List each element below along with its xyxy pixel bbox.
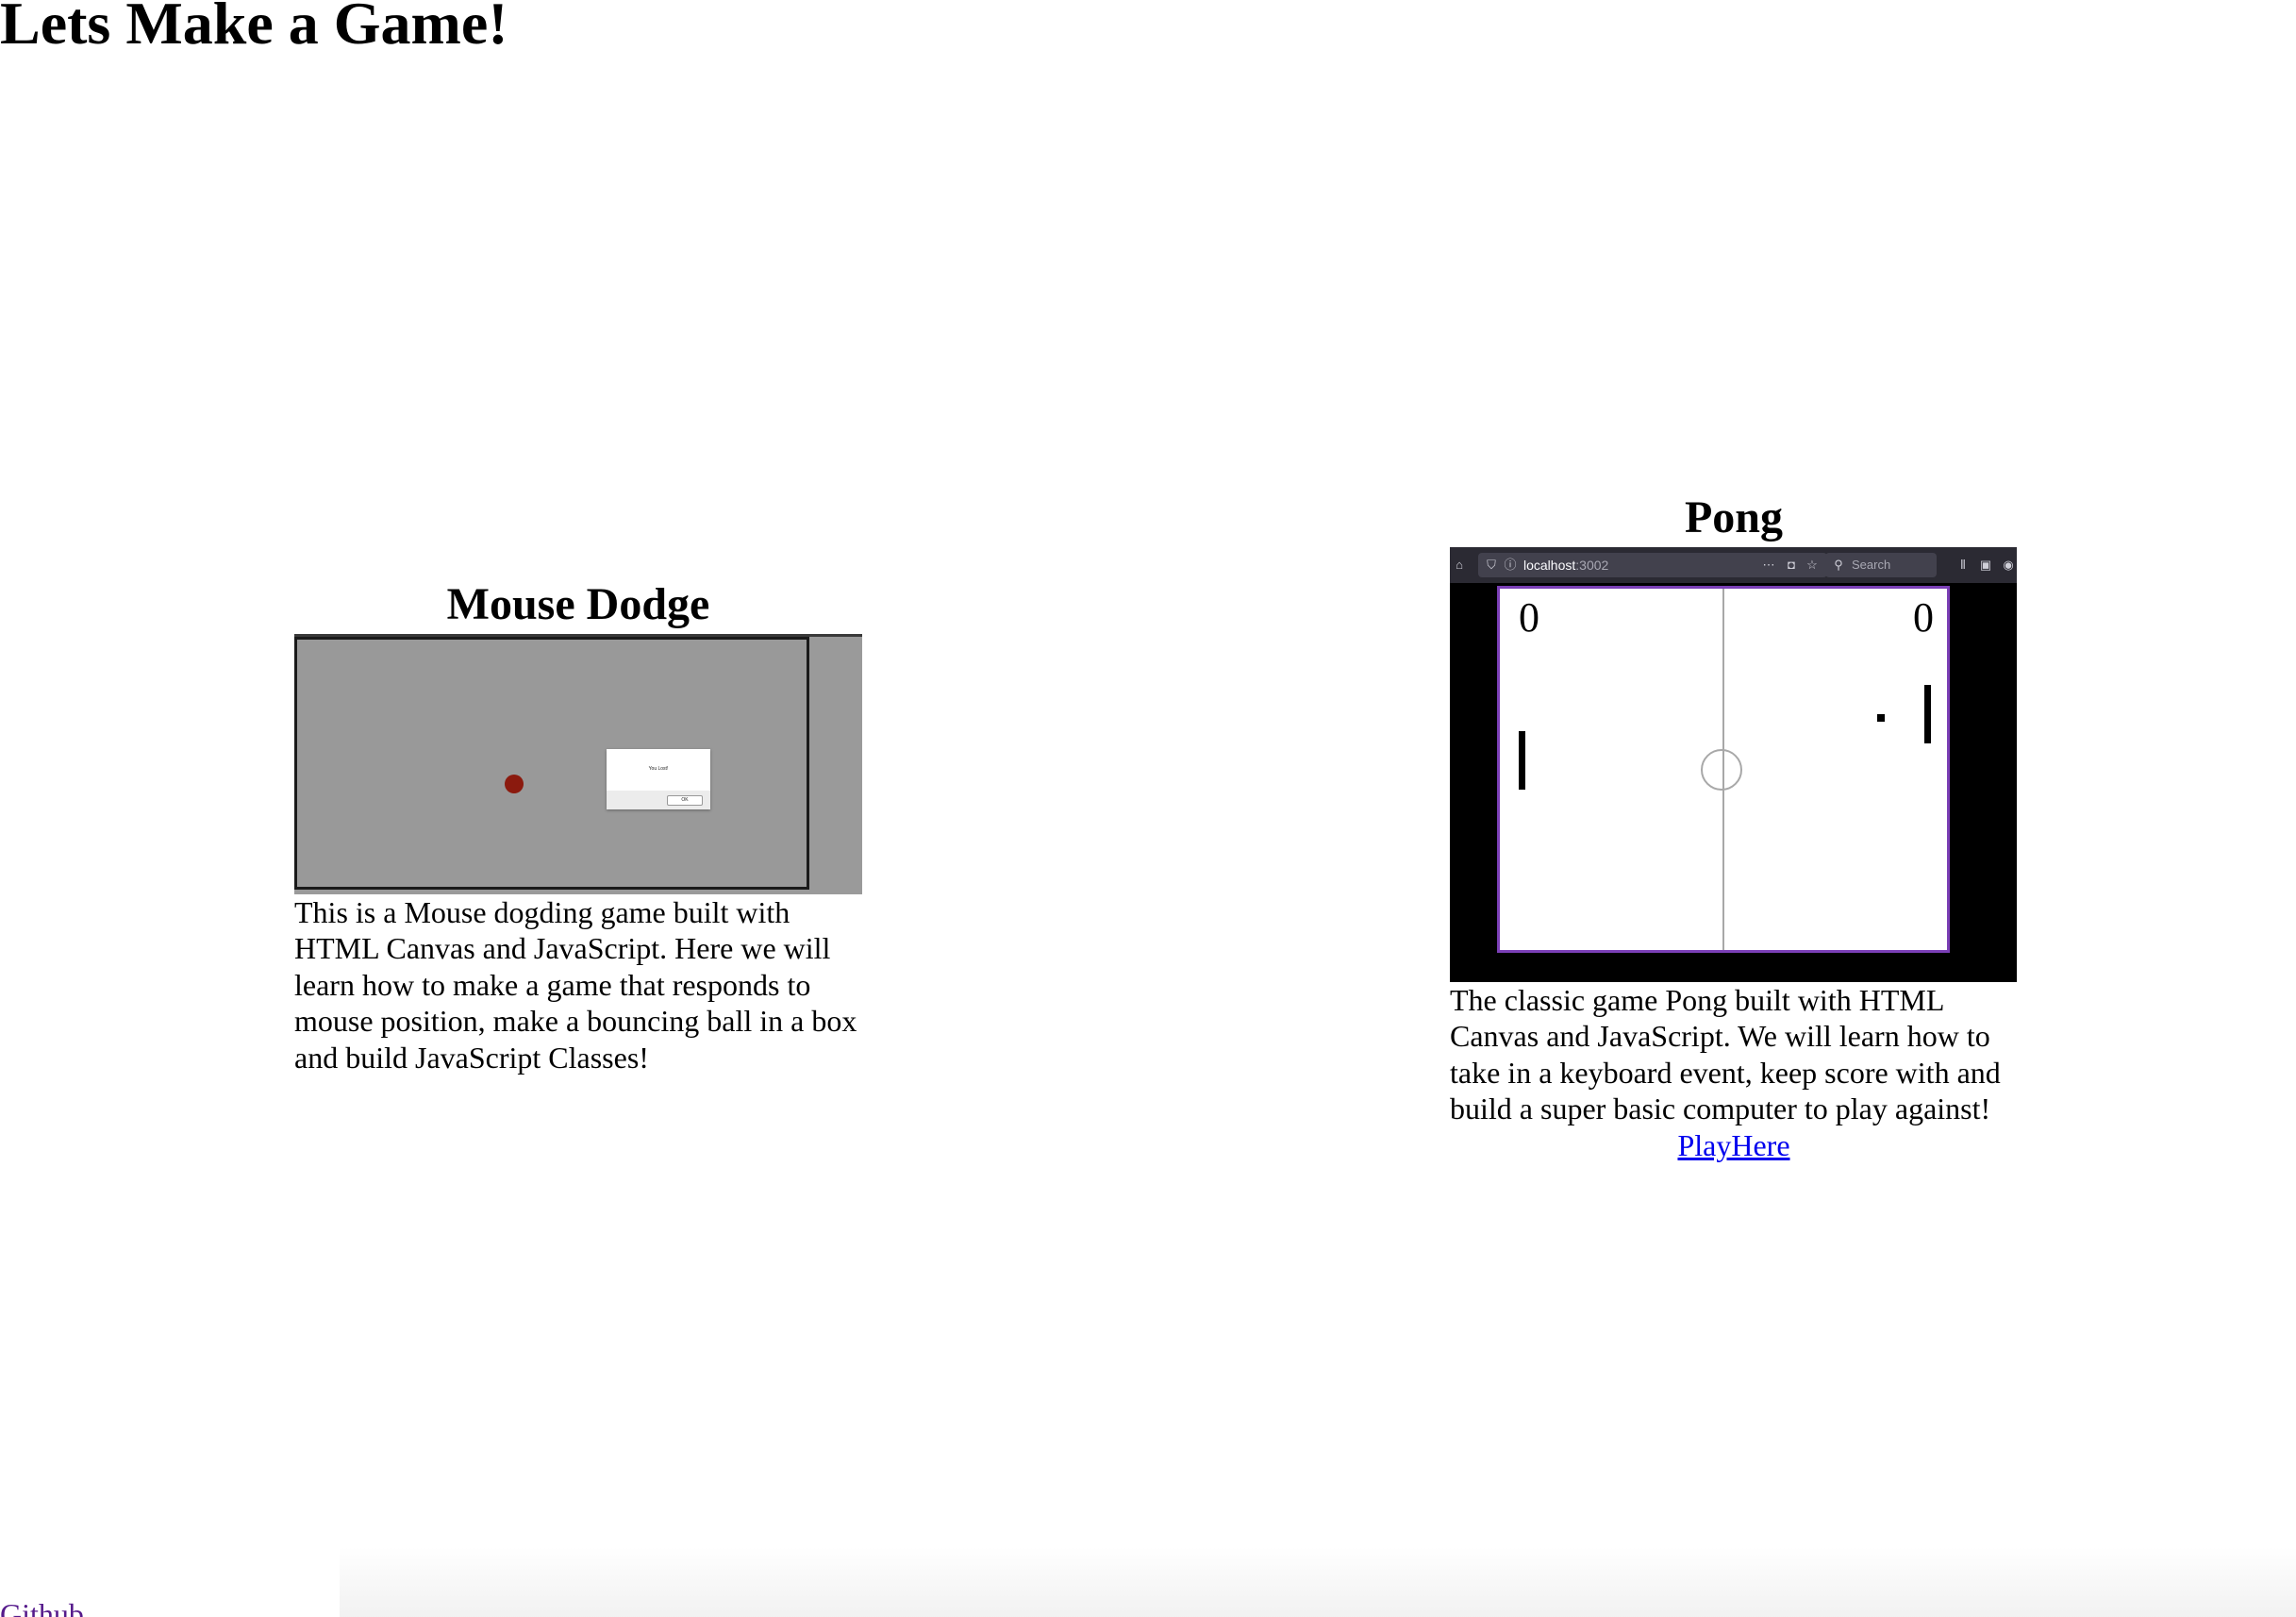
mouse-dodge-screenshot: You Lost! OK: [294, 633, 862, 894]
page-title: Lets Make a Game!: [0, 0, 508, 57]
play-link-container: PlayHere: [1450, 1127, 2018, 1164]
mouse-dodge-description: This is a Mouse dogding game built with …: [294, 894, 857, 1075]
github-link[interactable]: Github: [0, 1596, 84, 1617]
browser-toolbar: ⌂ ⛉ ⓘ localhost:3002 ⋯ ◘ ☆ ⚲ Search ⫴ ▣ …: [1450, 546, 2017, 583]
alert-message: You Lost!: [648, 765, 669, 772]
url-text: localhost:3002: [1523, 553, 1608, 577]
info-icon: ⓘ: [1504, 557, 1517, 572]
search-icon: ⚲: [1834, 557, 1843, 572]
play-here-link[interactable]: PlayHere: [1677, 1128, 1789, 1162]
right-paddle: [1924, 684, 1931, 743]
ball: [505, 774, 524, 793]
alert-footer: OK: [607, 790, 710, 809]
library-icon: ⫴: [1960, 557, 1966, 572]
url-port: :3002: [1575, 557, 1609, 573]
mouse-dodge-title: Mouse Dodge: [446, 579, 710, 629]
pong-description: The classic game Pong built with HTML Ca…: [1450, 982, 2001, 1126]
pocket-icon: ◘: [1788, 557, 1795, 572]
pong-title: Pong: [1684, 492, 1783, 542]
search-placeholder: Search: [1852, 557, 1891, 572]
pong-screenshot: ⌂ ⛉ ⓘ localhost:3002 ⋯ ◘ ☆ ⚲ Search ⫴ ▣ …: [1450, 546, 2017, 982]
shield-icon: ⛉: [1487, 557, 1496, 572]
bookmark-star-icon: ☆: [1806, 557, 1818, 572]
left-paddle: [1519, 730, 1525, 790]
center-circle: [1701, 748, 1742, 791]
left-score: 0: [1519, 593, 1539, 641]
more-icon: ⋯: [1762, 557, 1775, 572]
game-canvas: You Lost! OK: [294, 636, 809, 890]
home-icon: ⌂: [1456, 557, 1463, 572]
bottom-shadow: [340, 1547, 2296, 1617]
mouse-dodge-card: Mouse Dodge You Lost! OK This is a Mouse…: [294, 577, 862, 1076]
url-bar: ⛉ ⓘ localhost:3002 ⋯ ◘ ☆: [1478, 552, 1827, 577]
pong-field: 0 0: [1497, 585, 1950, 953]
pong-ball: [1877, 713, 1885, 722]
url-host: localhost: [1523, 557, 1576, 573]
right-score: 0: [1913, 593, 1934, 641]
sidebar-icon: ▣: [1979, 557, 1992, 572]
search-bar: ⚲ Search: [1825, 552, 1937, 577]
alert-ok-button: OK: [667, 794, 703, 806]
alert-dialog: You Lost! OK: [607, 748, 710, 809]
account-icon: ◉: [2003, 557, 2014, 572]
pong-card: Pong ⌂ ⛉ ⓘ localhost:3002 ⋯ ◘ ☆ ⚲ Search…: [1450, 491, 2018, 1164]
